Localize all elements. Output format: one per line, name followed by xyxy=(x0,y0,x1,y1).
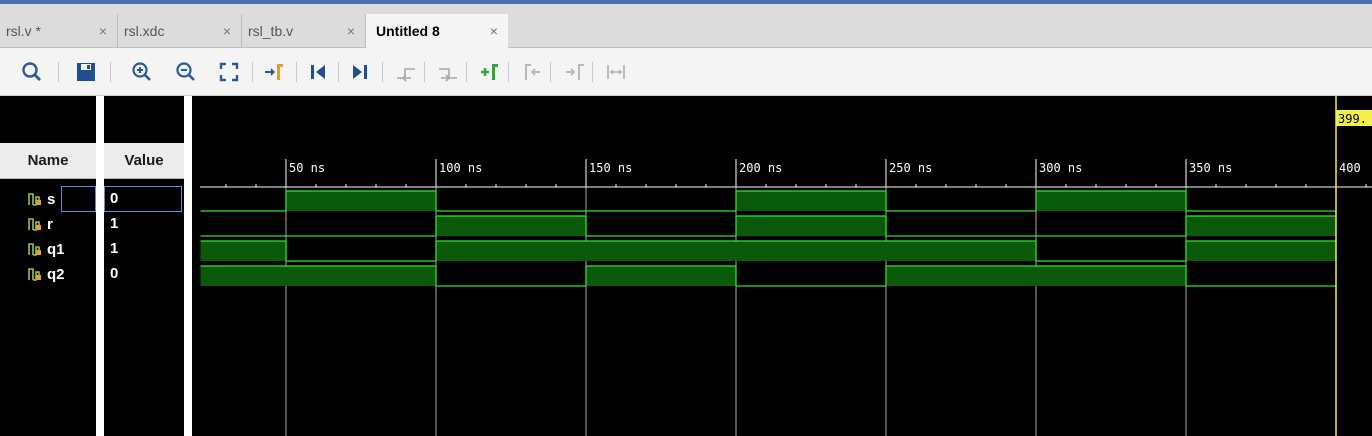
go-to-time-0-icon[interactable] xyxy=(306,60,330,84)
high-segment xyxy=(1186,216,1336,236)
time-tick-label: 50 ns xyxy=(289,161,325,175)
waveform-canvas[interactable]: 50 ns 100 ns 150 ns 200 ns 250 ns 300 ns 350 n… xyxy=(192,96,1372,436)
high-segment xyxy=(1186,241,1336,261)
signal-row-r[interactable]: r xyxy=(28,212,53,236)
search-icon[interactable] xyxy=(20,60,44,84)
waveform-r[interactable] xyxy=(200,215,1337,237)
cursor-time-label: 399. xyxy=(1338,112,1367,126)
signal-icon xyxy=(28,193,41,206)
tab-label: rsl.xdc xyxy=(124,23,165,39)
value-column-header[interactable]: Value xyxy=(104,143,184,179)
waveform-toolbar xyxy=(0,48,1372,96)
signal-row-q1[interactable]: q1 xyxy=(28,237,65,261)
high-segment xyxy=(1036,266,1186,286)
signal-row-s[interactable]: s xyxy=(28,187,55,211)
selected-value-cell xyxy=(104,186,182,212)
close-icon[interactable]: × xyxy=(99,23,107,39)
tab-rsl-v[interactable]: rsl.v * × xyxy=(0,14,118,48)
waveform-q2[interactable] xyxy=(200,265,1337,287)
waveform-viewer: Name Value s 0 r 1 q1 1 q2 0 50 ns 100 ns 150 ns 2… xyxy=(0,96,1372,436)
waveform-s[interactable] xyxy=(200,190,1337,212)
name-column-header[interactable]: Name xyxy=(0,143,96,179)
go-to-last-time-icon[interactable] xyxy=(348,60,372,84)
zoom-fit-icon[interactable] xyxy=(217,60,241,84)
tab-label: rsl.v * xyxy=(6,23,41,39)
signal-icon xyxy=(28,243,41,256)
signal-name: s xyxy=(47,190,56,208)
previous-transition-icon[interactable] xyxy=(394,60,418,84)
high-segment xyxy=(286,266,436,286)
time-tick-label: 300 ns xyxy=(1039,161,1082,175)
tab-rsl-xdc[interactable]: rsl.xdc × xyxy=(118,14,242,48)
time-tick-label: 350 ns xyxy=(1189,161,1232,175)
time-tick-label: 250 ns xyxy=(889,161,932,175)
signal-name: q1 xyxy=(47,240,65,258)
tab-untitled-8[interactable]: Untitled 8 × xyxy=(366,14,508,48)
zoom-out-icon[interactable] xyxy=(174,60,198,84)
high-segment xyxy=(586,266,736,286)
signal-icon xyxy=(28,268,41,281)
signal-value: 1 xyxy=(110,215,119,232)
names-waveform-splitter[interactable] xyxy=(184,96,192,436)
high-segment xyxy=(886,266,1036,286)
add-marker-icon[interactable] xyxy=(478,60,502,84)
selected-name-cell xyxy=(61,186,96,212)
zoom-in-icon[interactable] xyxy=(130,60,154,84)
go-to-cursor-icon[interactable] xyxy=(262,60,286,84)
signal-value: 1 xyxy=(110,240,119,257)
time-tick-label: 200 ns xyxy=(739,161,782,175)
high-segment xyxy=(586,241,736,261)
time-tick-label: 400 xyxy=(1339,161,1361,175)
time-tick-label: 150 ns xyxy=(589,161,632,175)
close-icon[interactable]: × xyxy=(347,23,355,39)
high-segment xyxy=(736,241,886,261)
high-segment xyxy=(436,241,586,261)
tab-label: rsl_tb.v xyxy=(248,23,294,39)
close-icon[interactable]: × xyxy=(490,23,498,39)
high-segment xyxy=(436,216,586,236)
high-segment xyxy=(736,216,886,236)
next-transition-icon[interactable] xyxy=(436,60,460,84)
signal-icon xyxy=(28,218,41,231)
name-value-splitter[interactable] xyxy=(96,96,104,436)
high-segment xyxy=(736,191,886,211)
swap-cursors-icon[interactable] xyxy=(604,60,628,84)
high-segment xyxy=(286,191,436,211)
high-segment xyxy=(886,241,1036,261)
close-icon[interactable]: × xyxy=(223,23,231,39)
editor-tab-bar: rsl.v * × rsl.xdc × rsl_tb.v × Untitled … xyxy=(0,4,1372,48)
save-icon[interactable] xyxy=(74,60,98,84)
signal-name: r xyxy=(47,215,53,233)
tab-rsl-tb-v[interactable]: rsl_tb.v × xyxy=(242,14,366,48)
time-tick-label: 100 ns xyxy=(439,161,482,175)
waveform-q1[interactable] xyxy=(200,240,1337,262)
high-segment xyxy=(1036,191,1186,211)
tab-label: Untitled 8 xyxy=(376,23,440,39)
high-segment xyxy=(200,241,286,261)
waveform-window: rsl.v * × rsl.xdc × rsl_tb.v × Untitled … xyxy=(0,4,1372,436)
high-segment xyxy=(200,266,286,286)
signal-value: 0 xyxy=(110,265,119,282)
next-marker-icon[interactable] xyxy=(562,60,586,84)
signal-name: q2 xyxy=(47,265,65,283)
signal-row-q2[interactable]: q2 xyxy=(28,262,65,286)
previous-marker-icon[interactable] xyxy=(520,60,544,84)
